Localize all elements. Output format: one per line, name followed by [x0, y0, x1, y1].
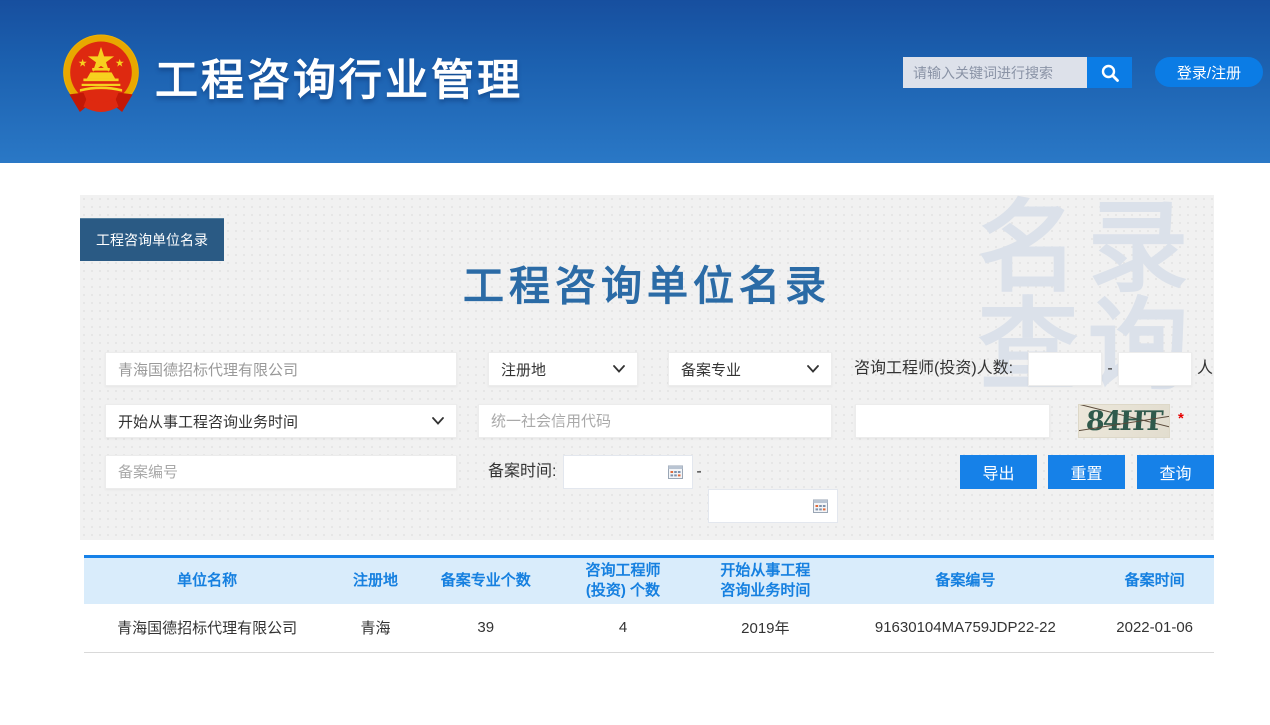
credit-code-input[interactable]: [478, 404, 832, 438]
col-header-start-time: 开始从事工程 咨询业务时间: [695, 558, 835, 604]
export-button[interactable]: 导出: [960, 455, 1037, 489]
query-panel: 名录 查询 工程咨询单位名录 工程咨询单位名录 注册地 备案专业 咨询工程师(投…: [80, 195, 1214, 540]
form-row-1: 注册地 备案专业 咨询工程师(投资)人数: - 人: [80, 352, 1214, 386]
record-number-input[interactable]: [105, 455, 457, 489]
banner-search: [903, 57, 1132, 88]
col-header-record-no: 备案编号: [835, 558, 1095, 604]
table-header-row: 单位名称 注册地 备案专业个数 咨询工程师 (投资) 个数 开始从事工程 咨询业…: [84, 558, 1214, 604]
cell-unit-name: 青海国德招标代理有限公司: [84, 604, 330, 652]
search-icon: [1100, 63, 1120, 83]
engineer-count-label: 咨询工程师(投资)人数:: [854, 352, 1013, 386]
tab-unit-directory[interactable]: 工程咨询单位名录: [80, 218, 224, 261]
col-header-record-time: 备案时间: [1095, 558, 1214, 604]
chevron-down-icon: [432, 417, 444, 425]
calendar-icon: [668, 465, 683, 479]
record-time-end-input[interactable]: [708, 489, 838, 523]
captcha-input[interactable]: [855, 404, 1050, 438]
cell-record-time: 2022-01-06: [1095, 604, 1214, 652]
col-header-reg-place: 注册地: [330, 558, 420, 604]
start-time-value: 开始从事工程咨询业务时间: [118, 411, 298, 432]
col-header-engineer-count: 咨询工程师 (投资) 个数: [551, 558, 696, 604]
login-register-button[interactable]: 登录/注册: [1155, 57, 1263, 87]
site-title: 工程咨询行业管理: [155, 46, 523, 108]
reset-button[interactable]: 重置: [1048, 455, 1125, 489]
engineer-count-max-input[interactable]: [1118, 352, 1192, 386]
table-row: 青海国德招标代理有限公司 青海 39 4 2019年 91630104MA759…: [84, 604, 1214, 652]
person-unit-label: 人: [1197, 352, 1213, 386]
registration-place-select[interactable]: 注册地: [488, 352, 638, 386]
chevron-down-icon: [613, 365, 625, 373]
national-emblem-icon: [57, 30, 145, 120]
calendar-icon: [813, 499, 828, 513]
page-title: 工程咨询单位名录: [80, 252, 1214, 312]
record-time-label: 备案时间:: [488, 455, 556, 489]
results-table: 单位名称 注册地 备案专业个数 咨询工程师 (投资) 个数 开始从事工程 咨询业…: [84, 555, 1214, 653]
query-button[interactable]: 查询: [1137, 455, 1214, 489]
required-asterisk: *: [1178, 404, 1184, 438]
specialty-value: 备案专业: [681, 359, 741, 380]
form-row-3: 备案时间: -: [80, 455, 1214, 489]
cell-reg-place: 青海: [330, 604, 420, 652]
top-banner: 工程咨询行业管理 登录/注册: [0, 0, 1270, 163]
chevron-down-icon: [807, 365, 819, 373]
company-name-input[interactable]: [105, 352, 457, 386]
specialty-select[interactable]: 备案专业: [668, 352, 832, 386]
captcha-image[interactable]: 84HT: [1078, 404, 1170, 438]
range-separator: -: [1103, 352, 1117, 386]
engineer-count-min-input[interactable]: [1028, 352, 1102, 386]
captcha-text: 84HT: [1085, 406, 1162, 437]
search-button[interactable]: [1087, 57, 1132, 88]
date-range-separator: -: [692, 455, 706, 489]
cell-start-time: 2019年: [695, 604, 835, 652]
cell-specialty-count: 39: [421, 604, 551, 652]
cell-record-no: 91630104MA759JDP22-22: [835, 604, 1095, 652]
record-time-start-input[interactable]: [563, 455, 693, 489]
search-input[interactable]: [903, 57, 1087, 88]
col-header-specialty-count: 备案专业个数: [421, 558, 551, 604]
form-row-2: 开始从事工程咨询业务时间 84HT *: [80, 404, 1214, 438]
start-time-select[interactable]: 开始从事工程咨询业务时间: [105, 404, 457, 438]
registration-place-value: 注册地: [501, 359, 546, 380]
cell-engineer-count: 4: [551, 604, 696, 652]
col-header-unit-name: 单位名称: [84, 558, 330, 604]
